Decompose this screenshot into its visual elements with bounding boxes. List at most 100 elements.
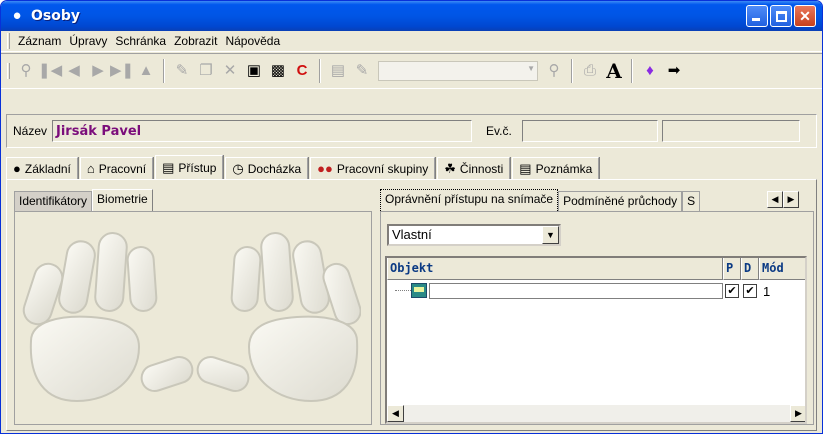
- tab-label: Poznámka: [535, 161, 593, 176]
- menu-schranka[interactable]: Schránka: [111, 34, 170, 48]
- stamp-icon[interactable]: ▲: [134, 59, 158, 83]
- book-icon[interactable]: ♦: [638, 59, 662, 83]
- find-icon[interactable]: ⚲: [542, 59, 566, 83]
- chevron-down-icon[interactable]: ▼: [542, 226, 559, 244]
- close-button[interactable]: ✕: [794, 5, 816, 27]
- tab-label: Docházka: [247, 161, 302, 176]
- exit-icon[interactable]: ➡: [662, 59, 686, 83]
- group-icon: ●●: [317, 161, 333, 176]
- chevron-down-icon: ▼: [527, 64, 535, 73]
- first-icon[interactable]: ❚◀: [38, 59, 62, 83]
- name-label: Název: [13, 124, 48, 138]
- list-icon[interactable]: ▤: [326, 59, 350, 83]
- table-row[interactable]: ✔ ✔ 1: [387, 282, 805, 300]
- scroll-right-button[interactable]: ▶: [790, 405, 805, 422]
- main-window: ● Osoby ✕ Záznam Úpravy Schránka Zobrazi…: [0, 0, 823, 434]
- subtab-podminene-pruchody[interactable]: Podmíněné průchody: [558, 191, 683, 211]
- evc-field[interactable]: [521, 120, 658, 142]
- menu-bar: Záznam Úpravy Schránka Zobrazit Nápověda: [1, 31, 822, 52]
- access-mode-value: Vlastní: [392, 227, 432, 242]
- column-mod[interactable]: Mód: [759, 258, 805, 280]
- search-icon[interactable]: ⚲: [14, 59, 38, 83]
- tab-cinnosti[interactable]: ☘ Činnosti: [437, 157, 511, 179]
- left-hand-thumb: [140, 355, 194, 393]
- checkbox-p[interactable]: ✔: [725, 284, 739, 298]
- note-icon: ▤: [519, 160, 532, 176]
- clock-person-icon: ◷: [232, 160, 244, 176]
- delete-icon[interactable]: ✕: [218, 59, 242, 83]
- toolbar-separator: [571, 59, 573, 83]
- right-hand-finger: [260, 232, 294, 312]
- toolbar-separator: [319, 59, 321, 83]
- scroll-left-button[interactable]: ◀: [767, 191, 783, 208]
- minimize-button[interactable]: [746, 5, 768, 27]
- tab-label: Pracovní skupiny: [336, 161, 429, 176]
- checkbox-d[interactable]: ✔: [743, 284, 757, 298]
- scroll-right-button[interactable]: ▶: [783, 191, 799, 208]
- record-header: Název Jirsák Pavel Ev.č.: [6, 114, 817, 148]
- refresh-icon[interactable]: C: [290, 59, 314, 83]
- title-bar[interactable]: ● Osoby ✕: [1, 1, 822, 31]
- house-icon: ⌂: [86, 161, 95, 176]
- toolbar: ⚲ ❚◀ ◀ ▶ ▶❚ ▲ ✎ ❐ ✕ ▣ ▩ C ▤ ✎ ▼ ⚲ ⎙ A ♦ …: [1, 53, 822, 89]
- column-d[interactable]: D: [741, 258, 759, 280]
- hands-illustration: [22, 232, 361, 403]
- mod-value: 1: [763, 284, 771, 299]
- tab-label: Činnosti: [459, 161, 504, 176]
- name-field[interactable]: Jirsák Pavel: [52, 120, 473, 142]
- subtab-biometrie[interactable]: Biometrie: [92, 189, 153, 211]
- next-icon[interactable]: ▶: [86, 59, 110, 83]
- filter-icon[interactable]: ✎: [350, 59, 374, 83]
- left-hand-finger: [94, 232, 128, 312]
- name-value: Jirsák Pavel: [56, 123, 142, 139]
- left-subtabs: Identifikátory Biometrie: [14, 189, 153, 211]
- new-icon[interactable]: ✎: [170, 59, 194, 83]
- print-icon[interactable]: ⎙: [578, 59, 602, 83]
- toolbar-combo[interactable]: ▼: [378, 61, 538, 81]
- last-icon[interactable]: ▶❚: [110, 59, 134, 83]
- access-mode-select[interactable]: Vlastní ▼: [387, 224, 561, 246]
- subtab-identifikatory[interactable]: Identifikátory: [14, 191, 93, 211]
- tab-label: Pracovní: [98, 161, 147, 176]
- main-tabs: ● Základní ⌂ Pracovní ▤ Přístup ◷ Docház…: [6, 155, 601, 180]
- person-icon: ●: [12, 7, 22, 24]
- maximize-button[interactable]: [770, 5, 792, 27]
- font-icon[interactable]: A: [602, 59, 626, 83]
- tab-zakladni[interactable]: ● Základní: [6, 157, 78, 179]
- subtab-opravneni[interactable]: Oprávnění přístupu na snímače: [380, 189, 559, 211]
- reader-icon: [411, 283, 427, 298]
- tab-scroller: ◀ ▶: [767, 191, 799, 208]
- left-hand-palm: [29, 315, 141, 403]
- objekt-cell[interactable]: [429, 283, 723, 299]
- menu-grip: [7, 33, 10, 49]
- tab-pracovni-skupiny[interactable]: ●● Pracovní skupiny: [310, 157, 436, 179]
- tab-poznamka[interactable]: ▤ Poznámka: [512, 157, 600, 179]
- right-hand-finger: [230, 246, 262, 312]
- activity-icon: ☘: [444, 160, 456, 176]
- horizontal-scrollbar[interactable]: ◀ ▶: [387, 405, 805, 422]
- right-hand-thumb: [196, 355, 250, 393]
- copy-icon[interactable]: ❐: [194, 59, 218, 83]
- toolbar-separator: [631, 59, 633, 83]
- right-subtabs: Oprávnění přístupu na snímače Podmíněné …: [380, 189, 814, 211]
- tab-label: Základní: [24, 161, 71, 176]
- column-p[interactable]: P: [723, 258, 741, 280]
- menu-napoveda[interactable]: Nápověda: [221, 34, 284, 48]
- toolbar-separator: [163, 59, 165, 83]
- menu-upravy[interactable]: Úpravy: [65, 34, 111, 48]
- save-icon[interactable]: ▣: [242, 59, 266, 83]
- menu-zobrazit[interactable]: Zobrazit: [170, 34, 221, 48]
- toolbar-grip: [7, 63, 10, 79]
- tab-dochazka[interactable]: ◷ Docházka: [225, 157, 309, 179]
- extra-field[interactable]: [661, 120, 800, 142]
- prev-icon[interactable]: ◀: [62, 59, 86, 83]
- save-all-icon[interactable]: ▩: [266, 59, 290, 83]
- menu-zaznam[interactable]: Záznam: [14, 34, 65, 48]
- column-objekt[interactable]: Objekt: [387, 258, 723, 280]
- scroll-left-button[interactable]: ◀: [387, 405, 404, 422]
- card-icon: ▤: [162, 159, 175, 175]
- tab-pristup[interactable]: ▤ Přístup: [155, 155, 224, 180]
- left-hand-finger: [58, 240, 96, 314]
- subtab-s[interactable]: S: [682, 191, 701, 211]
- tab-pracovni[interactable]: ⌂ Pracovní: [79, 157, 154, 179]
